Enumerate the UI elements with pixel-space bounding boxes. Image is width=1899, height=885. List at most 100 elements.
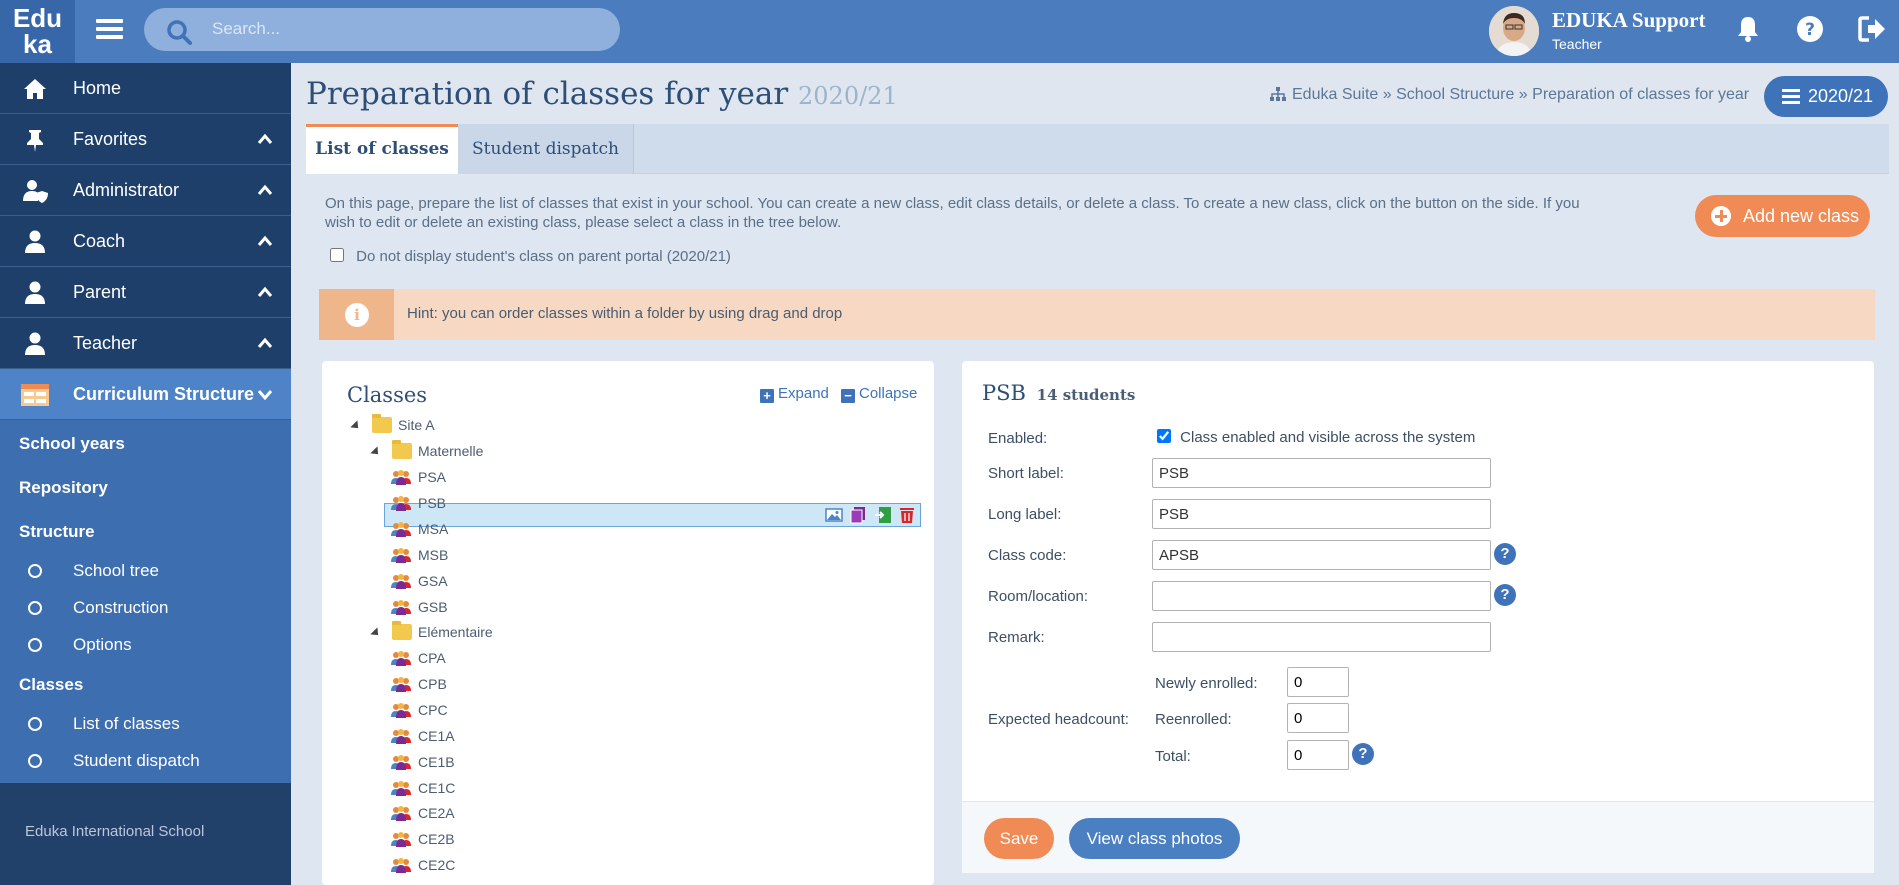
copy-icon[interactable]	[849, 506, 867, 524]
sidebar-item-administrator[interactable]: Administrator	[0, 165, 291, 216]
expand-button[interactable]: + Expand	[760, 385, 829, 403]
eduka-logo[interactable]: Edu ka	[0, 0, 75, 63]
page-title-text: Preparation of classes for year	[306, 76, 789, 112]
tree-node-label: CE2C	[418, 857, 456, 874]
tree-node-class[interactable]: MSB	[391, 543, 448, 567]
classes-tree-panel: Classes + Expand − Collapse Site A Materne…	[322, 361, 934, 885]
tree-node-class[interactable]: CE1A	[391, 724, 455, 748]
logout-icon[interactable]	[1857, 14, 1887, 44]
newly-enrolled-input[interactable]	[1287, 667, 1349, 697]
year-button-label: 2020/21	[1808, 86, 1874, 106]
sidebar-item-construction[interactable]: Construction	[0, 589, 291, 626]
tree-node-class[interactable]: MSA	[391, 517, 448, 541]
sidebar: Home Favorites Administrator Coach Paren…	[0, 63, 291, 885]
add-new-class-button[interactable]: Add new class	[1695, 195, 1870, 237]
help-icon[interactable]: ?	[1494, 543, 1516, 565]
newly-enrolled-label: Newly enrolled:	[1155, 675, 1258, 692]
tree-toggle-icon[interactable]	[350, 420, 362, 432]
tree-node-folder[interactable]: Elémentaire	[370, 620, 493, 644]
tree-node-class[interactable]: GSB	[391, 595, 448, 619]
reenrolled-label: Reenrolled:	[1155, 711, 1232, 728]
view-class-photos-button[interactable]: View class photos	[1069, 818, 1240, 859]
tree-node-folder[interactable]: Maternelle	[370, 439, 483, 463]
enabled-checkbox-row[interactable]: Class enabled and visible across the sys…	[1157, 429, 1475, 446]
sidebar-item-favorites[interactable]: Favorites	[0, 114, 291, 165]
move-icon[interactable]	[874, 506, 892, 524]
main-content: List of classes Student dispatch On this…	[306, 124, 1889, 885]
enabled-checkbox[interactable]	[1157, 429, 1171, 443]
tree-node-class[interactable]: CE2C	[391, 853, 455, 877]
class-code-input[interactable]	[1152, 540, 1491, 570]
collapse-button[interactable]: − Collapse	[841, 385, 917, 403]
tree-node-label: Elémentaire	[418, 624, 493, 640]
avatar[interactable]	[1489, 6, 1539, 56]
sidebar-item-curriculum-structure[interactable]: Curriculum Structure	[0, 369, 291, 420]
help-icon[interactable]: ?	[1795, 14, 1825, 44]
remark-input[interactable]	[1152, 622, 1491, 652]
tree-node-label: GSA	[418, 572, 448, 589]
breadcrumb[interactable]: Eduka Suite » School Structure » Prepara…	[1270, 86, 1749, 104]
tree-node-label: CPC	[418, 701, 448, 718]
image-icon[interactable]	[824, 506, 843, 524]
help-icon[interactable]: ?	[1352, 743, 1374, 765]
sidebar-item-label: Coach	[73, 231, 126, 251]
plus-circle-icon	[1711, 206, 1731, 226]
tree-node-class[interactable]: CE1B	[391, 750, 455, 774]
class-group-icon	[391, 728, 411, 744]
short-label-label: Short label:	[988, 465, 1064, 482]
total-input[interactable]	[1287, 740, 1349, 770]
sidebar-school-years[interactable]: School years	[0, 424, 291, 464]
tree-node-class[interactable]: CPB	[391, 672, 447, 696]
tree-node-class[interactable]: PSB	[391, 491, 446, 515]
hint-icon-box: i	[319, 289, 394, 340]
sidebar-item-student-dispatch[interactable]: Student dispatch	[0, 742, 291, 779]
tree-node-class[interactable]: PSA	[391, 465, 446, 489]
year-selector-button[interactable]: 2020/21	[1764, 76, 1888, 117]
tab-bar: List of classes Student dispatch	[306, 124, 1889, 174]
tree-node-class[interactable]: GSA	[391, 569, 448, 593]
tree-node-class[interactable]: CE2A	[391, 801, 455, 825]
plus-square-icon: +	[760, 389, 774, 403]
bell-icon[interactable]	[1733, 14, 1763, 44]
tree-node-class[interactable]: CE2B	[391, 827, 455, 851]
sidebar-item-school-tree[interactable]: School tree	[0, 552, 291, 589]
tree-toggle-icon[interactable]	[370, 627, 382, 639]
sidebar-structure[interactable]: Structure	[0, 512, 291, 552]
chevron-down-icon	[257, 390, 273, 401]
tree-toggle-icon[interactable]	[370, 446, 382, 458]
sidebar-item-label: List of classes	[73, 714, 180, 733]
tab-student-dispatch[interactable]: Student dispatch	[458, 124, 634, 174]
tree-node-label: MSA	[418, 520, 449, 537]
parent-portal-checkbox[interactable]	[330, 248, 344, 262]
selected-tree-row[interactable]	[384, 503, 921, 527]
long-label-input[interactable]	[1152, 499, 1491, 529]
chevron-up-icon	[257, 286, 273, 297]
tree-node-class[interactable]: CPC	[391, 698, 448, 722]
hamburger-menu-icon[interactable]	[96, 15, 123, 45]
search-input[interactable]	[212, 14, 602, 44]
circle-icon	[28, 564, 42, 578]
folder-icon	[372, 414, 392, 433]
parent-portal-checkbox-row[interactable]: Do not display student's class on parent…	[330, 248, 731, 265]
save-button[interactable]: Save	[984, 818, 1054, 859]
sidebar-repository[interactable]: Repository	[0, 468, 291, 508]
tree-node-class[interactable]: CPA	[391, 646, 446, 670]
tree-node-class[interactable]: CE1C	[391, 776, 455, 800]
sidebar-item-coach[interactable]: Coach	[0, 216, 291, 267]
tab-list-of-classes[interactable]: List of classes	[306, 124, 458, 174]
tree-node-site[interactable]: Site A	[350, 413, 435, 437]
room-location-input[interactable]	[1152, 581, 1491, 611]
sidebar-classes[interactable]: Classes	[0, 665, 291, 705]
sidebar-item-list-of-classes[interactable]: List of classes	[0, 705, 291, 742]
reenrolled-input[interactable]	[1287, 703, 1349, 733]
sidebar-item-home[interactable]: Home	[0, 63, 291, 114]
sidebar-item-parent[interactable]: Parent	[0, 267, 291, 318]
help-icon[interactable]: ?	[1494, 584, 1516, 606]
class-group-icon	[391, 754, 411, 770]
user-shield-icon	[23, 180, 48, 203]
short-label-input[interactable]	[1152, 458, 1491, 488]
expected-headcount-label: Expected headcount:	[988, 711, 1129, 728]
trash-icon[interactable]	[898, 506, 916, 524]
sidebar-item-teacher[interactable]: Teacher	[0, 318, 291, 369]
sidebar-item-options[interactable]: Options	[0, 626, 291, 663]
